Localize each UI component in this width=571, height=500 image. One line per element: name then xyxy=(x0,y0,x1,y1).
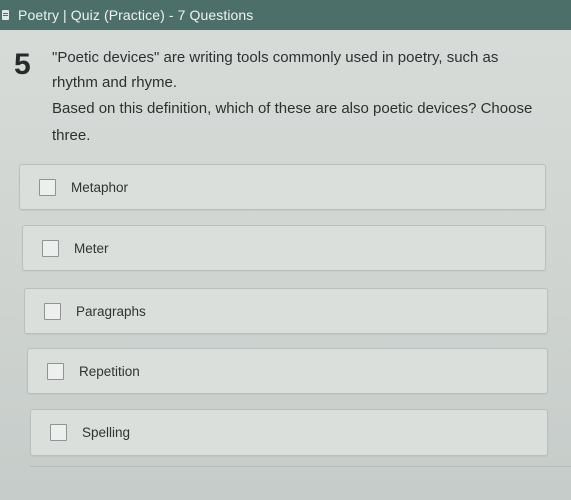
checkbox[interactable] xyxy=(39,178,56,196)
answer-option-label: Spelling xyxy=(82,425,131,440)
checkbox[interactable] xyxy=(50,424,67,441)
question-prompt: Based on this definition, which of these… xyxy=(52,100,533,144)
answer-option-spelling[interactable]: Spelling xyxy=(30,409,548,456)
answer-option-metaphor[interactable]: Metaphor xyxy=(19,164,546,210)
question-text: "Poetic devices" are writing tools commo… xyxy=(52,49,499,91)
answer-option-label: Meter xyxy=(74,240,109,256)
answer-option-label: Repetition xyxy=(79,363,140,379)
answer-option-label: Paragraphs xyxy=(76,303,146,319)
checkbox[interactable] xyxy=(42,239,59,257)
answer-option-label: Metaphor xyxy=(71,179,129,195)
answer-option-meter[interactable]: Meter xyxy=(22,225,546,271)
question-number: 5 xyxy=(14,48,31,81)
divider xyxy=(30,466,571,467)
document-icon xyxy=(2,10,9,20)
answer-option-paragraphs[interactable]: Paragraphs xyxy=(24,288,548,334)
quiz-title: Poetry | Quiz (Practice) - 7 Questions xyxy=(18,7,254,23)
checkbox[interactable] xyxy=(44,302,61,320)
quiz-header-bar: Poetry | Quiz (Practice) - 7 Questions xyxy=(0,0,571,30)
checkbox[interactable] xyxy=(47,362,64,380)
answer-option-repetition[interactable]: Repetition xyxy=(27,348,548,394)
